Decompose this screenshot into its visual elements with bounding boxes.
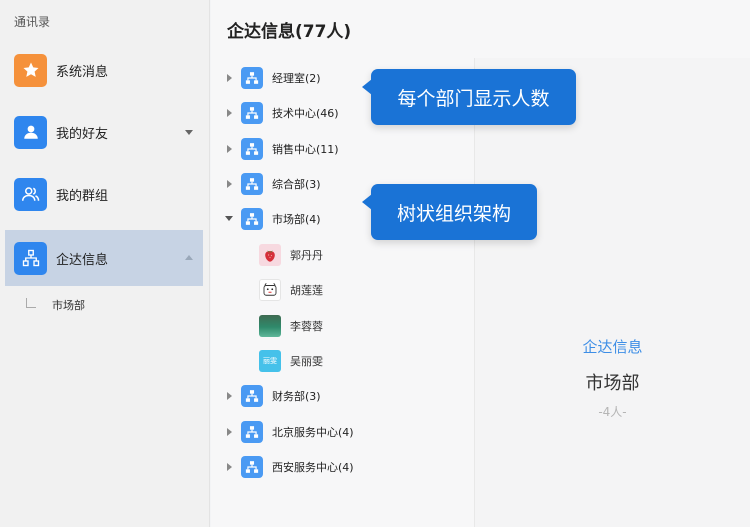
caret-down-icon[interactable]	[225, 214, 233, 224]
org-chart-icon	[241, 102, 263, 124]
dept-label: 销售中心(11)	[272, 143, 339, 156]
nav-item-system-messages[interactable]: 系统消息	[5, 42, 203, 98]
dept-label: 市场部(4)	[272, 213, 321, 226]
member-row[interactable]: 李蓉蓉	[259, 311, 323, 341]
caret-right-icon[interactable]	[225, 108, 233, 118]
caret-right-icon[interactable]	[225, 462, 233, 472]
nav-item-my-groups[interactable]: 我的群组	[5, 166, 203, 222]
dept-label: 财务部(3)	[272, 390, 321, 403]
caret-right-icon[interactable]	[225, 144, 233, 154]
org-chart-icon	[241, 208, 263, 230]
text-avatar: 丽雯	[259, 350, 281, 372]
nav-label: 我的群组	[56, 188, 109, 204]
caret-right-icon[interactable]	[225, 427, 233, 437]
caret-right-icon[interactable]	[225, 391, 233, 401]
dept-label: 北京服务中心(4)	[272, 426, 354, 439]
callout-dept-count: 每个部门显示人数	[362, 69, 576, 125]
tree-dept-row[interactable]: 财务部(3)	[225, 381, 321, 411]
detail-dept-name: 市场部	[585, 373, 640, 394]
member-name: 胡莲莲	[290, 284, 323, 297]
dept-label: 技术中心(46)	[272, 107, 339, 120]
cartoon-avatar	[259, 279, 281, 301]
chevron-up-icon[interactable]	[185, 255, 193, 260]
main-panel: 企达信息(77人) 经理室(2) 技术中心(46) 销售中心(11) 综合部(3…	[211, 0, 750, 527]
chevron-down-icon[interactable]	[185, 130, 193, 135]
caret-right-icon[interactable]	[225, 179, 233, 189]
member-row[interactable]: 胡莲莲	[259, 275, 323, 305]
member-name: 吴丽雯	[290, 355, 323, 368]
sub-label: 市场部	[52, 299, 85, 312]
org-chart-icon	[14, 241, 47, 275]
caret-right-icon[interactable]	[225, 73, 233, 83]
tree-branch-icon	[26, 298, 36, 308]
detail-panel: 企达信息 市场部 -4人-	[474, 58, 750, 527]
nav-label: 企达信息	[56, 252, 109, 268]
dept-label: 西安服务中心(4)	[272, 461, 354, 474]
member-name: 郭丹丹	[290, 249, 323, 262]
group-icon	[14, 177, 47, 211]
org-chart-icon	[241, 421, 263, 443]
tree-dept-row[interactable]: 技术中心(46)	[225, 98, 339, 128]
org-chart-icon	[241, 456, 263, 478]
tree-dept-row-expanded[interactable]: 市场部(4)	[225, 204, 321, 234]
member-row[interactable]: 丽雯 吴丽雯	[259, 346, 323, 376]
star-icon	[14, 53, 47, 87]
strawberry-avatar	[259, 244, 281, 266]
sidebar: 通讯录 系统消息 我的好友 我的群组 企达信息 市场部	[0, 0, 210, 527]
nav-label: 我的好友	[56, 126, 109, 142]
tree-dept-row[interactable]: 西安服务中心(4)	[225, 452, 354, 482]
nav-item-my-friends[interactable]: 我的好友	[5, 104, 203, 160]
tree-dept-row[interactable]: 综合部(3)	[225, 169, 321, 199]
user-icon	[14, 115, 47, 149]
member-name: 李蓉蓉	[290, 320, 323, 333]
org-chart-icon	[241, 173, 263, 195]
page-title: 企达信息(77人)	[227, 22, 352, 42]
callout-tree-structure: 树状组织架构	[362, 184, 537, 240]
dept-label: 综合部(3)	[272, 178, 321, 191]
nav-item-org-info[interactable]: 企达信息	[5, 230, 203, 286]
org-chart-icon	[241, 385, 263, 407]
dept-label: 经理室(2)	[272, 72, 321, 85]
detail-org-name: 企达信息	[582, 338, 643, 356]
org-chart-icon	[241, 138, 263, 160]
tree-dept-row[interactable]: 经理室(2)	[225, 63, 321, 93]
tree-dept-row[interactable]: 北京服务中心(4)	[225, 417, 354, 447]
tree-dept-row[interactable]: 销售中心(11)	[225, 134, 339, 164]
sidebar-subitem-market-dept[interactable]: 市场部	[5, 290, 203, 320]
member-row[interactable]: 郭丹丹	[259, 240, 323, 270]
sidebar-title: 通讯录	[14, 15, 51, 29]
nav-label: 系统消息	[56, 64, 109, 80]
org-chart-icon	[241, 67, 263, 89]
landscape-avatar	[259, 315, 281, 337]
detail-member-count: -4人-	[598, 405, 627, 419]
